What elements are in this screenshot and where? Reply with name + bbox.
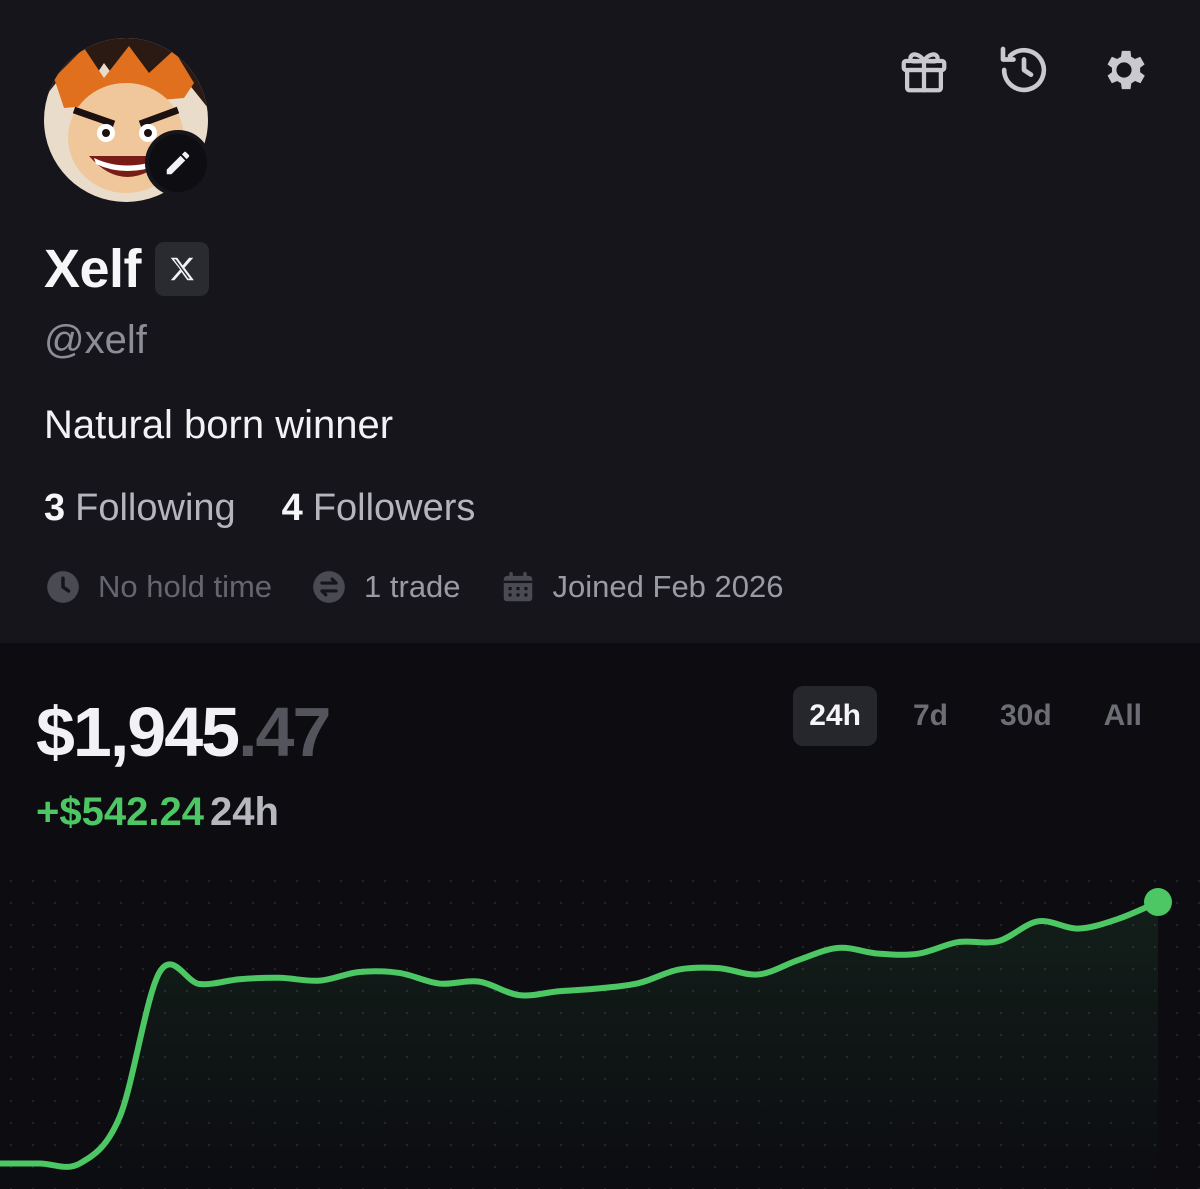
x-logo-icon xyxy=(170,257,194,281)
settings-icon xyxy=(1107,50,1145,90)
profile-meta: No hold time 1 trade Joined Feb 2026 xyxy=(44,568,822,606)
history-button[interactable] xyxy=(996,40,1052,100)
hold-time-meta: No hold time xyxy=(44,568,272,606)
gift-icon xyxy=(901,52,947,93)
balance-main: $1,945 xyxy=(36,693,240,771)
joined-text: Joined Feb 2026 xyxy=(552,569,784,604)
history-icon xyxy=(1000,46,1047,93)
settings-button[interactable] xyxy=(1096,40,1152,100)
following-label: Following xyxy=(75,487,236,529)
followers-label: Followers xyxy=(312,487,476,529)
chart-current-point xyxy=(1144,888,1172,917)
clock-icon xyxy=(47,571,79,603)
range-all[interactable]: All xyxy=(1088,686,1158,746)
joined-meta: Joined Feb 2026 xyxy=(499,568,784,606)
balance-cents: .47 xyxy=(238,693,331,771)
profile-header: Xelf @xelf Natural born winner 3 Followin… xyxy=(0,0,1200,643)
bio: Natural born winner xyxy=(44,403,394,447)
hold-time-text: No hold time xyxy=(98,569,273,604)
user-handle: @xelf xyxy=(44,318,147,362)
header-actions xyxy=(896,40,1152,100)
following-link[interactable]: 3 Following xyxy=(44,487,236,530)
x-profile-link[interactable] xyxy=(155,242,210,296)
change-value: +$542.24 xyxy=(36,790,204,834)
range-24h[interactable]: 24h xyxy=(793,686,877,746)
change-period: 24h xyxy=(209,790,279,834)
display-name: Xelf xyxy=(44,239,142,299)
swap-icon xyxy=(313,571,345,603)
edit-icon xyxy=(166,151,190,175)
portfolio-balance: $1,945.47 xyxy=(36,692,331,772)
calendar-icon xyxy=(503,571,532,602)
edit-avatar-button[interactable] xyxy=(145,130,211,196)
following-count: 3 xyxy=(44,487,66,529)
followers-link[interactable]: 4 Followers xyxy=(282,487,476,530)
followers-count: 4 xyxy=(281,487,303,529)
range-30d[interactable]: 30d xyxy=(984,686,1068,746)
name-row: Xelf xyxy=(44,238,210,300)
portfolio-chart[interactable] xyxy=(0,870,1200,1189)
time-range-selector: 24h 7d 30d All xyxy=(793,686,1158,746)
balance-change: +$542.24 24h xyxy=(36,790,279,835)
gift-button[interactable] xyxy=(896,40,952,100)
range-7d[interactable]: 7d xyxy=(897,686,964,746)
follow-stats: 3 Following 4 Followers xyxy=(44,487,475,530)
trades-text: 1 trade xyxy=(364,569,461,604)
trades-meta: 1 trade xyxy=(310,568,461,606)
